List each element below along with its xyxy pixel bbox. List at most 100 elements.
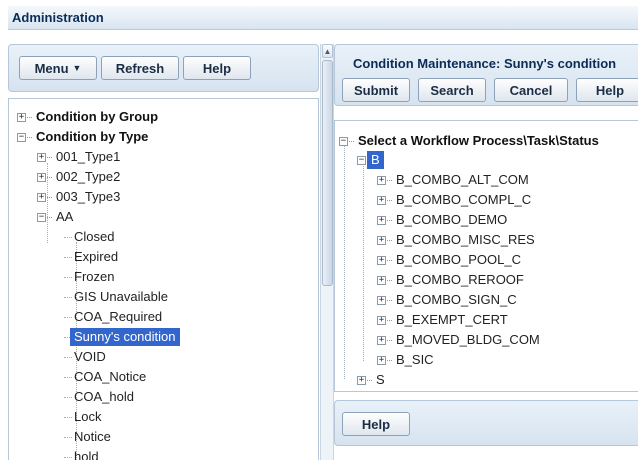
tree-node-task[interactable]: + B_COMBO_DEMO [377, 211, 507, 229]
chevron-down-icon: ▼ [72, 62, 82, 73]
expand-icon[interactable]: + [377, 295, 386, 305]
tree-label: Condition by Type [36, 129, 149, 144]
condition-label: Frozen [74, 269, 115, 284]
tree-label: 003_Type3 [56, 189, 121, 204]
expand-icon[interactable]: + [377, 355, 386, 365]
tree-node-process-s[interactable]: + S [357, 371, 385, 389]
window-title: Administration [8, 6, 638, 30]
tree-node-task[interactable]: + B_EXEMPT_CERT [377, 311, 508, 329]
tree-node-task[interactable]: + B_SIC [377, 351, 434, 369]
expand-icon[interactable]: + [377, 335, 386, 345]
bottom-help-button[interactable]: Help [342, 412, 410, 436]
tree-label: B_EXEMPT_CERT [396, 312, 508, 327]
tree-node-type[interactable]: + 002_Type2 [37, 168, 120, 186]
tree-label: AA [56, 209, 74, 224]
expand-icon[interactable]: + [377, 215, 386, 225]
tree-label: S [376, 372, 385, 387]
condition-item[interactable]: hold [74, 448, 99, 460]
tree-label: B [367, 151, 384, 169]
tree-label: B_COMBO_MISC_RES [396, 232, 535, 247]
condition-label: COA_Required [74, 309, 163, 324]
tree-label: 001_Type1 [56, 149, 121, 164]
condition-item[interactable]: Frozen [74, 268, 114, 286]
left-help-button[interactable]: Help [183, 56, 251, 80]
condition-label: Lock [74, 409, 102, 424]
expand-icon[interactable]: + [37, 172, 46, 182]
collapse-icon[interactable]: − [37, 212, 46, 222]
submit-button[interactable]: Submit [342, 78, 410, 102]
left-toolbar: Menu ▼ Refresh Help [8, 44, 319, 92]
tree-node-type[interactable]: + 001_Type1 [37, 148, 120, 166]
condition-item[interactable]: COA_Notice [74, 368, 146, 386]
tree-node-type-aa[interactable]: − AA [37, 208, 73, 226]
tree-label: B_COMBO_COMPL_C [396, 192, 532, 207]
condition-label: Expired [74, 249, 119, 264]
refresh-button[interactable]: Refresh [101, 56, 179, 80]
tree-node-task[interactable]: + B_COMBO_COMPL_C [377, 191, 531, 209]
condition-label: Sunny's condition [70, 328, 180, 346]
scroll-up-arrow-icon[interactable]: ▲ [322, 44, 333, 58]
cancel-button[interactable]: Cancel [494, 78, 568, 102]
collapse-icon[interactable]: − [357, 155, 366, 165]
expand-icon[interactable]: + [377, 195, 386, 205]
condition-label: Closed [74, 229, 115, 244]
expand-icon[interactable]: + [37, 192, 46, 202]
condition-item[interactable]: Lock [74, 408, 101, 426]
expand-icon[interactable]: + [357, 375, 366, 385]
scrollbar-thumb[interactable] [322, 60, 333, 286]
condition-maintenance-header: Condition Maintenance: Sunny's condition… [334, 44, 638, 106]
expand-icon[interactable]: + [377, 175, 386, 185]
tree-label: B_COMBO_POOL_C [396, 252, 521, 267]
condition-item[interactable]: Closed [74, 228, 114, 246]
menu-button-label: Menu [34, 60, 69, 76]
condition-label: Notice [74, 429, 111, 444]
workflow-tree: − Select a Workflow Process\Task\Status … [334, 120, 638, 392]
condition-label: VOID [74, 349, 106, 364]
condition-label: COA_Notice [74, 369, 147, 384]
expand-icon[interactable]: + [377, 275, 386, 285]
condition-tree: + Condition by Group − Condition by Type… [8, 98, 319, 460]
expand-icon[interactable]: + [377, 235, 386, 245]
collapse-icon[interactable]: − [339, 136, 348, 146]
tree-node-type[interactable]: + 003_Type3 [37, 188, 120, 206]
tree-label: B_COMBO_DEMO [396, 212, 508, 227]
condition-item[interactable]: COA_hold [74, 388, 134, 406]
tree-label: B_COMBO_SIGN_C [396, 292, 517, 307]
tree-label: Select a Workflow Process\Task\Status [358, 133, 599, 148]
tree-node-task[interactable]: + B_COMBO_MISC_RES [377, 231, 535, 249]
condition-item-selected[interactable]: Sunny's condition [70, 328, 180, 346]
tree-label: B_COMBO_REROOF [396, 272, 524, 287]
condition-label: COA_hold [74, 389, 134, 404]
expand-icon[interactable]: + [377, 315, 386, 325]
search-button[interactable]: Search [418, 78, 486, 102]
condition-label: GIS Unavailable [74, 289, 168, 304]
menu-button[interactable]: Menu ▼ [19, 56, 97, 80]
tree-label: Condition by Group [36, 109, 159, 124]
tree-label: B_COMBO_ALT_COM [396, 172, 529, 187]
tree-label: B_MOVED_BLDG_COM [396, 332, 540, 347]
tree-node-process-b[interactable]: − B [357, 151, 384, 169]
right-help-button[interactable]: Help [576, 78, 638, 102]
collapse-icon[interactable]: − [17, 132, 26, 142]
expand-icon[interactable]: + [17, 112, 26, 122]
tree-label: 002_Type2 [56, 169, 121, 184]
tree-node-condition-by-type[interactable]: − Condition by Type [17, 128, 148, 146]
vertical-scrollbar[interactable]: ▲ [320, 44, 334, 460]
tree-node-task[interactable]: + B_COMBO_ALT_COM [377, 171, 529, 189]
condition-item[interactable]: Expired [74, 248, 118, 266]
panel-title: Condition Maintenance: Sunny's condition [353, 56, 617, 71]
expand-icon[interactable]: + [377, 255, 386, 265]
tree-node-task[interactable]: + B_COMBO_REROOF [377, 271, 524, 289]
tree-node-task[interactable]: + B_COMBO_SIGN_C [377, 291, 517, 309]
condition-item[interactable]: GIS Unavailable [74, 288, 168, 306]
bottom-action-bar: Help [334, 400, 638, 446]
tree-node-root[interactable]: − Select a Workflow Process\Task\Status [339, 132, 599, 150]
tree-node-task[interactable]: + B_COMBO_POOL_C [377, 251, 521, 269]
tree-node-task[interactable]: + B_MOVED_BLDG_COM [377, 331, 540, 349]
condition-item[interactable]: Notice [74, 428, 111, 446]
condition-item[interactable]: COA_Required [74, 308, 162, 326]
expand-icon[interactable]: + [37, 152, 46, 162]
tree-node-condition-by-group[interactable]: + Condition by Group [17, 108, 158, 126]
condition-item[interactable]: VOID [74, 348, 106, 366]
condition-label: hold [74, 449, 99, 460]
